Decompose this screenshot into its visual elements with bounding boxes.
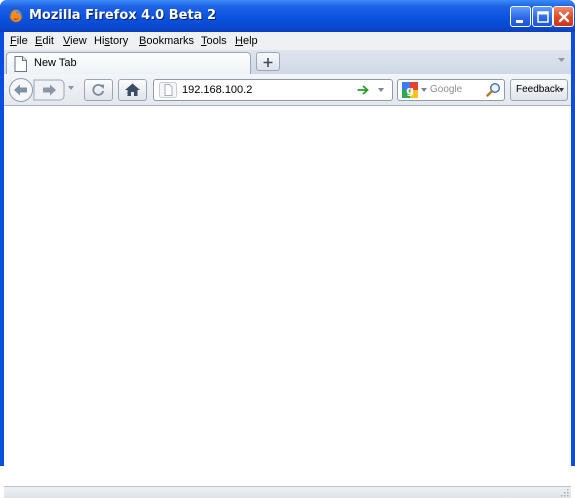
new-tab-button[interactable] bbox=[256, 52, 280, 71]
url-bar[interactable]: 192.168.100.2 bbox=[153, 79, 393, 101]
menu-view[interactable]: View bbox=[63, 35, 87, 47]
feedback-label: Feedback bbox=[516, 84, 560, 95]
history-dropdown-icon[interactable] bbox=[68, 86, 74, 90]
navigation-toolbar: 192.168.100.2 g Google Feedback bbox=[4, 74, 571, 106]
maximize-button[interactable] bbox=[532, 6, 553, 27]
menu-history[interactable]: History bbox=[94, 35, 128, 47]
browser-window: Mozilla Firefox 4.0 Beta 2 File Edit Vie… bbox=[0, 0, 575, 498]
svg-text:g: g bbox=[406, 84, 414, 97]
list-all-tabs-icon[interactable] bbox=[558, 58, 565, 63]
home-button[interactable] bbox=[118, 79, 147, 101]
go-arrow-icon[interactable] bbox=[357, 85, 369, 95]
search-engine-dropdown-icon[interactable] bbox=[421, 88, 427, 92]
status-bar bbox=[4, 486, 571, 498]
menu-bookmarks[interactable]: Bookmarks bbox=[139, 35, 194, 47]
url-text: 192.168.100.2 bbox=[182, 84, 253, 96]
firefox-logo-icon bbox=[8, 7, 24, 23]
tab-new-tab[interactable]: New Tab bbox=[6, 52, 251, 74]
minimize-icon bbox=[516, 20, 523, 23]
plus-icon bbox=[263, 58, 273, 67]
google-icon[interactable]: g bbox=[402, 82, 418, 98]
page-icon bbox=[14, 56, 27, 72]
back-forward-buttons bbox=[9, 78, 65, 102]
chevron-down-icon bbox=[559, 88, 564, 92]
title-bar[interactable]: Mozilla Firefox 4.0 Beta 2 bbox=[0, 0, 575, 32]
minimize-button[interactable] bbox=[510, 6, 531, 27]
url-history-dropdown-icon[interactable] bbox=[378, 88, 384, 92]
search-icon[interactable] bbox=[486, 82, 501, 97]
tab-title: New Tab bbox=[34, 57, 77, 69]
browser-client-area: File Edit View History Bookmarks Tools H… bbox=[4, 32, 571, 498]
home-icon bbox=[125, 83, 140, 96]
tab-strip: New Tab bbox=[4, 50, 571, 74]
reload-icon bbox=[92, 84, 105, 96]
search-bar[interactable]: g Google bbox=[397, 79, 505, 101]
menu-tools[interactable]: Tools bbox=[201, 35, 227, 47]
window-title: Mozilla Firefox 4.0 Beta 2 bbox=[29, 8, 217, 23]
feedback-button[interactable]: Feedback bbox=[510, 79, 568, 101]
menu-edit[interactable]: Edit bbox=[35, 35, 54, 47]
menu-file[interactable]: File bbox=[10, 35, 28, 47]
page-content[interactable] bbox=[4, 106, 571, 486]
page-icon bbox=[159, 82, 177, 98]
menu-help[interactable]: Help bbox=[235, 35, 258, 47]
menu-bar: File Edit View History Bookmarks Tools H… bbox=[4, 32, 571, 50]
search-placeholder: Google bbox=[430, 84, 463, 95]
close-button[interactable] bbox=[553, 6, 574, 27]
reload-button[interactable] bbox=[84, 79, 113, 101]
resize-grip-icon[interactable] bbox=[560, 488, 569, 497]
close-icon bbox=[558, 11, 570, 23]
maximize-icon bbox=[537, 11, 549, 23]
